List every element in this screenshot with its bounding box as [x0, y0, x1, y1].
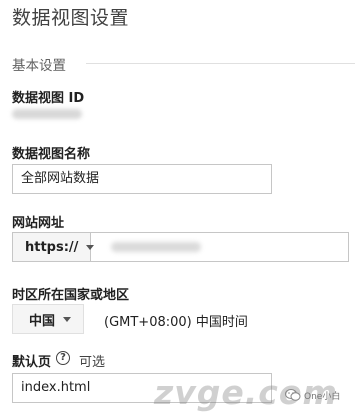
page-title: 数据视图设置: [12, 7, 130, 29]
wechat-icon: [285, 389, 301, 401]
timezone-value[interactable]: (GMT+08:00) 中国时间: [104, 311, 248, 330]
default-page-label: 默认页: [12, 355, 52, 370]
website-url-value-redacted: [111, 242, 201, 252]
wechat-watermark: One小白: [285, 388, 340, 402]
website-url-input[interactable]: [91, 233, 348, 261]
country-select[interactable]: 中国: [12, 304, 84, 334]
country-value: 中国: [29, 313, 56, 329]
website-url-label: 网站网址: [12, 216, 65, 231]
optional-text: 可选: [79, 355, 106, 370]
section-divider: [86, 63, 355, 64]
timezone-label: 时区所在国家或地区: [12, 288, 130, 303]
chevron-down-icon: [63, 316, 72, 322]
help-icon[interactable]: ?: [56, 351, 70, 365]
view-id-value-redacted: [12, 109, 82, 119]
view-id-label: 数据视图 ID: [12, 91, 85, 106]
protocol-select[interactable]: https://: [13, 233, 95, 261]
view-name-input[interactable]: 全部网站数据: [12, 164, 272, 194]
wechat-account: One小白: [304, 391, 341, 402]
protocol-value: https://: [25, 239, 79, 255]
website-url-group: https://: [12, 232, 349, 262]
section-header-basic: 基本设置: [12, 58, 66, 74]
view-name-label: 数据视图名称: [12, 147, 91, 162]
